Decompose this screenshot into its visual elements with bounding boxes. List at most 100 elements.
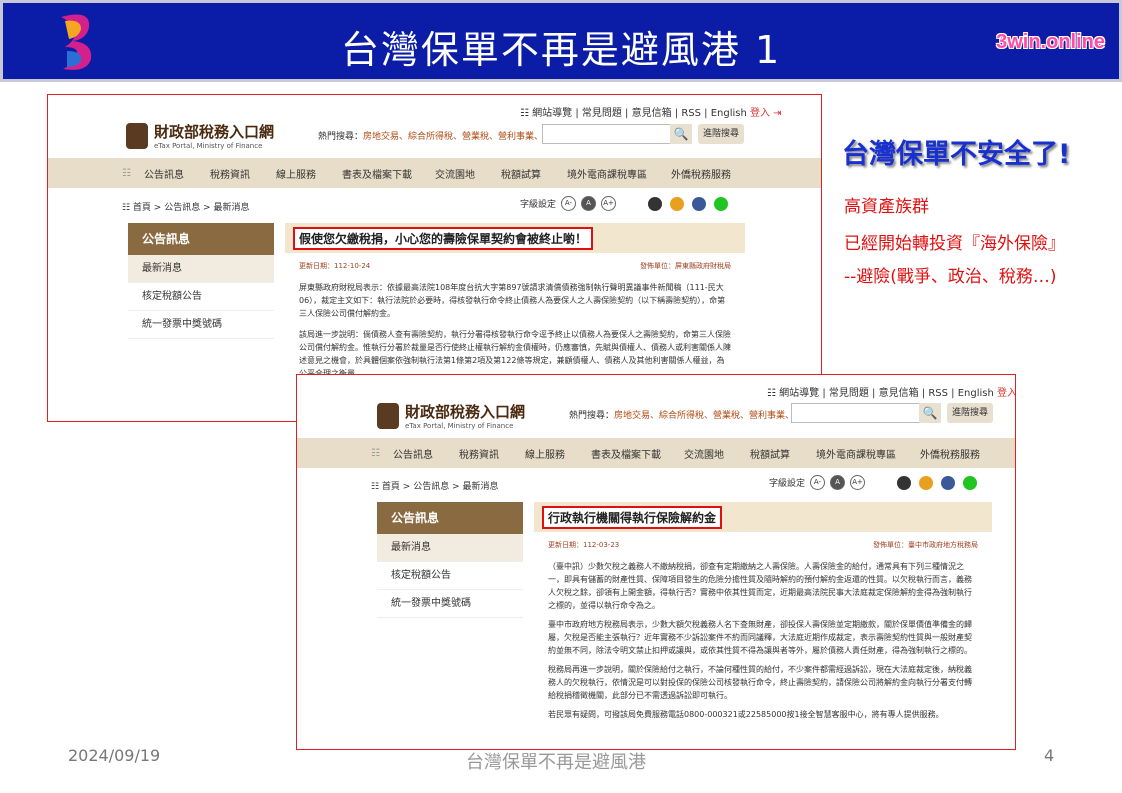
article-unit: 發佈單位：臺中市政府地方稅務局: [873, 541, 978, 549]
font-larger-button[interactable]: A+: [601, 196, 617, 211]
ministry-logo[interactable]: 財政部稅務入口網 eTax Portal, Ministry of Finance: [377, 401, 525, 430]
article-panel: 行政執行機關得執行保險解約金 更新日期：112-03-23 發佈單位：臺中市政府…: [534, 502, 992, 749]
portal-screenshot-1: ☷ 網站導覽 | 常見問題 | 意見信箱 | RSS | English 登入 …: [47, 94, 822, 422]
email-icon[interactable]: [670, 197, 684, 211]
page-number: 4: [1044, 746, 1055, 765]
side-menu-item[interactable]: 核定稅額公告: [128, 283, 274, 311]
nav-item[interactable]: 書表及檔案下載: [342, 166, 435, 181]
print-icon[interactable]: [897, 476, 911, 490]
side-menu-title: 公告訊息: [377, 502, 523, 534]
search-input[interactable]: [791, 403, 921, 423]
nav-item[interactable]: 公告訊息: [144, 166, 210, 181]
login-link[interactable]: 登入 ⇥: [750, 108, 782, 119]
nav-item[interactable]: 交流園地: [684, 446, 750, 461]
side-menu-item[interactable]: 統一發票中獎號碼: [377, 590, 523, 618]
search-icon[interactable]: 🔍: [919, 403, 941, 423]
nav-item[interactable]: 稅額試算: [501, 166, 567, 181]
nav-item[interactable]: 交流園地: [435, 166, 501, 181]
side-menu: 公告訊息 最新消息 核定稅額公告 統一發票中獎號碼: [128, 223, 274, 339]
nav-bullet-icon: ☷: [122, 167, 131, 179]
nav-item[interactable]: 稅務資訊: [459, 446, 525, 461]
article-paragraph: 稅務局再進一步說明，關於保險給付之執行，不論何種性質的給付，不少案件都需經過訴訟…: [548, 665, 972, 700]
article-paragraph: 若民眾有疑問，可撥該局免費服務電話0800-000321或22585000按1接…: [548, 710, 944, 719]
font-size-control: 字級設定 A- A A+: [520, 196, 617, 211]
hot-search: 熱門搜尋：房地交易、綜合所得稅、營業稅、營利事業、退稅: [318, 129, 561, 142]
side-menu-title: 公告訊息: [128, 223, 274, 255]
hot-search-label: 熱門搜尋：: [569, 411, 615, 421]
advanced-search-button[interactable]: 進階搜尋: [947, 403, 993, 423]
topbar-links[interactable]: ☷ 網站導覽 | 常見問題 | 意見信箱 | RSS | English: [767, 388, 997, 399]
line-icon[interactable]: [714, 197, 728, 211]
facebook-icon[interactable]: [692, 197, 706, 211]
title-banner: 台灣保單不再是避風港 1 3win.online: [0, 0, 1122, 82]
email-icon[interactable]: [919, 476, 933, 490]
portal-name: 財政部稅務入口網: [154, 123, 275, 141]
side-menu: 公告訊息 最新消息 核定稅額公告 統一發票中獎號碼: [377, 502, 523, 618]
font-size-control: 字級設定 A- A A+: [769, 475, 866, 490]
login-link[interactable]: 登入 ⇥: [997, 388, 1015, 399]
nav-item[interactable]: 外僑稅務服務: [920, 446, 1000, 461]
breadcrumb[interactable]: ☷ 首頁 > 公告訊息 > 最新消息: [371, 479, 498, 492]
share-icons: [897, 476, 977, 490]
article-title: 假使您欠繳稅捐，小心您的壽險保單契約會被終止喲！: [293, 227, 594, 250]
portal-english-name: eTax Portal, Ministry of Finance: [154, 142, 263, 150]
footer-title: 台灣保單不再是避風港: [466, 752, 646, 773]
font-normal-button[interactable]: A: [581, 196, 597, 211]
article-date: 更新日期：112-10-24: [299, 262, 371, 270]
article-title: 行政執行機關得執行保險解約金: [542, 506, 723, 529]
font-size-label: 字級設定: [769, 479, 806, 489]
ministry-emblem-icon: [377, 402, 399, 429]
article-paragraph: 該局進一步說明：倘債務人查有壽險契約，執行分署得核發執行命令逕予終止以債務人為要…: [299, 330, 731, 378]
advanced-search-button[interactable]: 進階搜尋: [698, 124, 744, 144]
side-heading: 台灣保單不安全了!: [842, 139, 1071, 170]
ministry-logo[interactable]: 財政部稅務入口網 eTax Portal, Ministry of Finance: [126, 121, 274, 150]
nav-item[interactable]: 稅務資訊: [210, 166, 276, 181]
portal-name: 財政部稅務入口網: [405, 403, 526, 421]
article-paragraph: 臺中市政府地方稅務局表示，少數大額欠稅義務人名下查無財產，卻投保人壽保險並定期繳…: [548, 620, 972, 655]
topbar-links[interactable]: ☷ 網站導覽 | 常見問題 | 意見信箱 | RSS | English: [520, 108, 750, 119]
hot-search: 熱門搜尋：房地交易、綜合所得稅、營業稅、營利事業、退稅: [569, 408, 812, 421]
nav-item[interactable]: 書表及檔案下載: [591, 446, 684, 461]
portal-topbar: ☷ 網站導覽 | 常見問題 | 意見信箱 | RSS | English 登入 …: [767, 384, 1015, 399]
font-smaller-button[interactable]: A-: [561, 196, 577, 211]
side-menu-item[interactable]: 最新消息: [377, 534, 523, 562]
ministry-emblem-icon: [126, 122, 148, 149]
side-menu-item[interactable]: 核定稅額公告: [377, 562, 523, 590]
nav-item[interactable]: 公告訊息: [393, 446, 459, 461]
portal-english-name: eTax Portal, Ministry of Finance: [405, 422, 514, 430]
article-paragraph: 屏東縣政府財稅局表示：依據最高法院108年度台抗大字第897號請求清償債務強制執…: [299, 283, 726, 318]
nav-item[interactable]: 稅額試算: [750, 446, 816, 461]
article-header: 假使您欠繳稅捐，小心您的壽險保單契約會被終止喲！: [285, 223, 745, 253]
hot-search-keywords[interactable]: 房地交易、綜合所得稅、營業稅、營利事業、退稅: [614, 411, 812, 421]
side-line: 已經開始轉投資『海外保險』: [844, 234, 1065, 254]
nav-item[interactable]: 外僑稅務服務: [671, 166, 751, 181]
article-paragraph: （臺中訊）少數欠稅之義務人不繳納稅捐，卻查有定期繳納之人壽保險。人壽保險金的給付…: [548, 562, 972, 610]
nav-item[interactable]: 線上服務: [276, 166, 342, 181]
slide-title: 台灣保單不再是避風港 1: [340, 28, 782, 72]
facebook-icon[interactable]: [941, 476, 955, 490]
search-icon[interactable]: 🔍: [670, 124, 692, 144]
side-menu-item[interactable]: 統一發票中獎號碼: [128, 311, 274, 339]
main-nav: ☷ 公告訊息 稅務資訊 線上服務 書表及檔案下載 交流園地 稅額試算 境外電商課…: [297, 438, 1015, 468]
brand-text: 3win.online: [996, 31, 1105, 53]
print-icon[interactable]: [648, 197, 662, 211]
font-larger-button[interactable]: A+: [850, 475, 866, 490]
article-header: 行政執行機關得執行保險解約金: [534, 502, 992, 532]
footer-date: 2024/09/19: [68, 746, 161, 765]
side-line: 高資產族群: [844, 197, 929, 217]
side-menu-item[interactable]: 最新消息: [128, 255, 274, 283]
nav-item[interactable]: 境外電商課稅專區: [816, 446, 920, 461]
hot-search-keywords[interactable]: 房地交易、綜合所得稅、營業稅、營利事業、退稅: [363, 132, 561, 142]
nav-item[interactable]: 線上服務: [525, 446, 591, 461]
nav-bullet-icon: ☷: [371, 447, 380, 459]
nav-item[interactable]: 境外電商課稅專區: [567, 166, 671, 181]
font-normal-button[interactable]: A: [830, 475, 846, 490]
font-size-label: 字級設定: [520, 200, 557, 210]
line-icon[interactable]: [963, 476, 977, 490]
search-input[interactable]: [542, 124, 672, 144]
main-nav: ☷ 公告訊息 稅務資訊 線上服務 書表及檔案下載 交流園地 稅額試算 境外電商課…: [48, 158, 821, 188]
side-line: --避險(戰爭、政治、稅務…): [844, 267, 1057, 287]
breadcrumb[interactable]: ☷ 首頁 > 公告訊息 > 最新消息: [122, 200, 249, 213]
hot-search-label: 熱門搜尋：: [318, 132, 364, 142]
font-smaller-button[interactable]: A-: [810, 475, 826, 490]
